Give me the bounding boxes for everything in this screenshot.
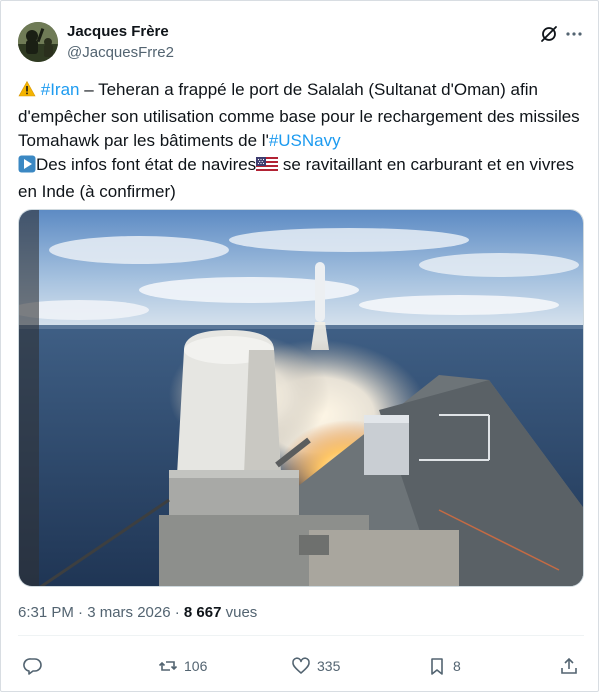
retweet-count: 106 [184, 658, 208, 674]
share-icon [561, 657, 577, 674]
missile-launch-photo [19, 210, 583, 586]
tweet-timestamp[interactable]: 6:31 PM · 3 mars 2026 · [18, 604, 184, 621]
us-flag-emoji-icon [256, 156, 279, 180]
tweet-text: #Iran – Teheran a frappé le port de Sala… [18, 78, 583, 204]
tweet-card: Jacques Frère @JacquesFrre2 #Iran – Tehe… [0, 0, 599, 692]
warning-emoji-icon [18, 80, 36, 105]
text-segment: Des infos font état de navires [36, 155, 257, 174]
like-count: 335 [317, 658, 341, 674]
retweet-icon [158, 661, 178, 671]
views-count: 8 667 [183, 604, 222, 621]
reply-button[interactable] [23, 654, 49, 678]
avatar-image [18, 22, 58, 62]
tweet-paragraph-2: Des infos font état de navires se ravita… [18, 153, 583, 204]
author-handle[interactable]: @JacquesFrre2 [67, 44, 174, 61]
views-label: vues [221, 604, 258, 621]
like-heart-icon [292, 657, 310, 674]
author-name[interactable]: Jacques Frère [67, 23, 169, 40]
tweet-paragraph-1: #Iran – Teheran a frappé le port de Sala… [18, 78, 583, 153]
tweet-meta: 6:31 PM · 3 mars 2026 · 8 667 vues [18, 604, 257, 621]
more-dots-icon[interactable] [564, 24, 584, 44]
bookmark-button[interactable]: 8 [427, 654, 461, 678]
retweet-button[interactable]: 106 [158, 654, 207, 678]
bookmark-icon [431, 658, 443, 675]
bookmark-count: 8 [453, 658, 461, 674]
tweet-media-photo[interactable] [18, 209, 584, 587]
share-button[interactable] [559, 654, 579, 678]
divider [18, 635, 584, 636]
play-button-emoji-icon [18, 155, 36, 180]
hashtag-link-usnavy[interactable]: #USNavy [269, 131, 341, 150]
reply-icon [23, 658, 42, 675]
hashtag-link-iran[interactable]: #Iran [41, 80, 80, 99]
like-button[interactable]: 335 [291, 654, 340, 678]
author-avatar[interactable] [18, 22, 58, 62]
grok-slash-icon[interactable] [539, 24, 559, 44]
